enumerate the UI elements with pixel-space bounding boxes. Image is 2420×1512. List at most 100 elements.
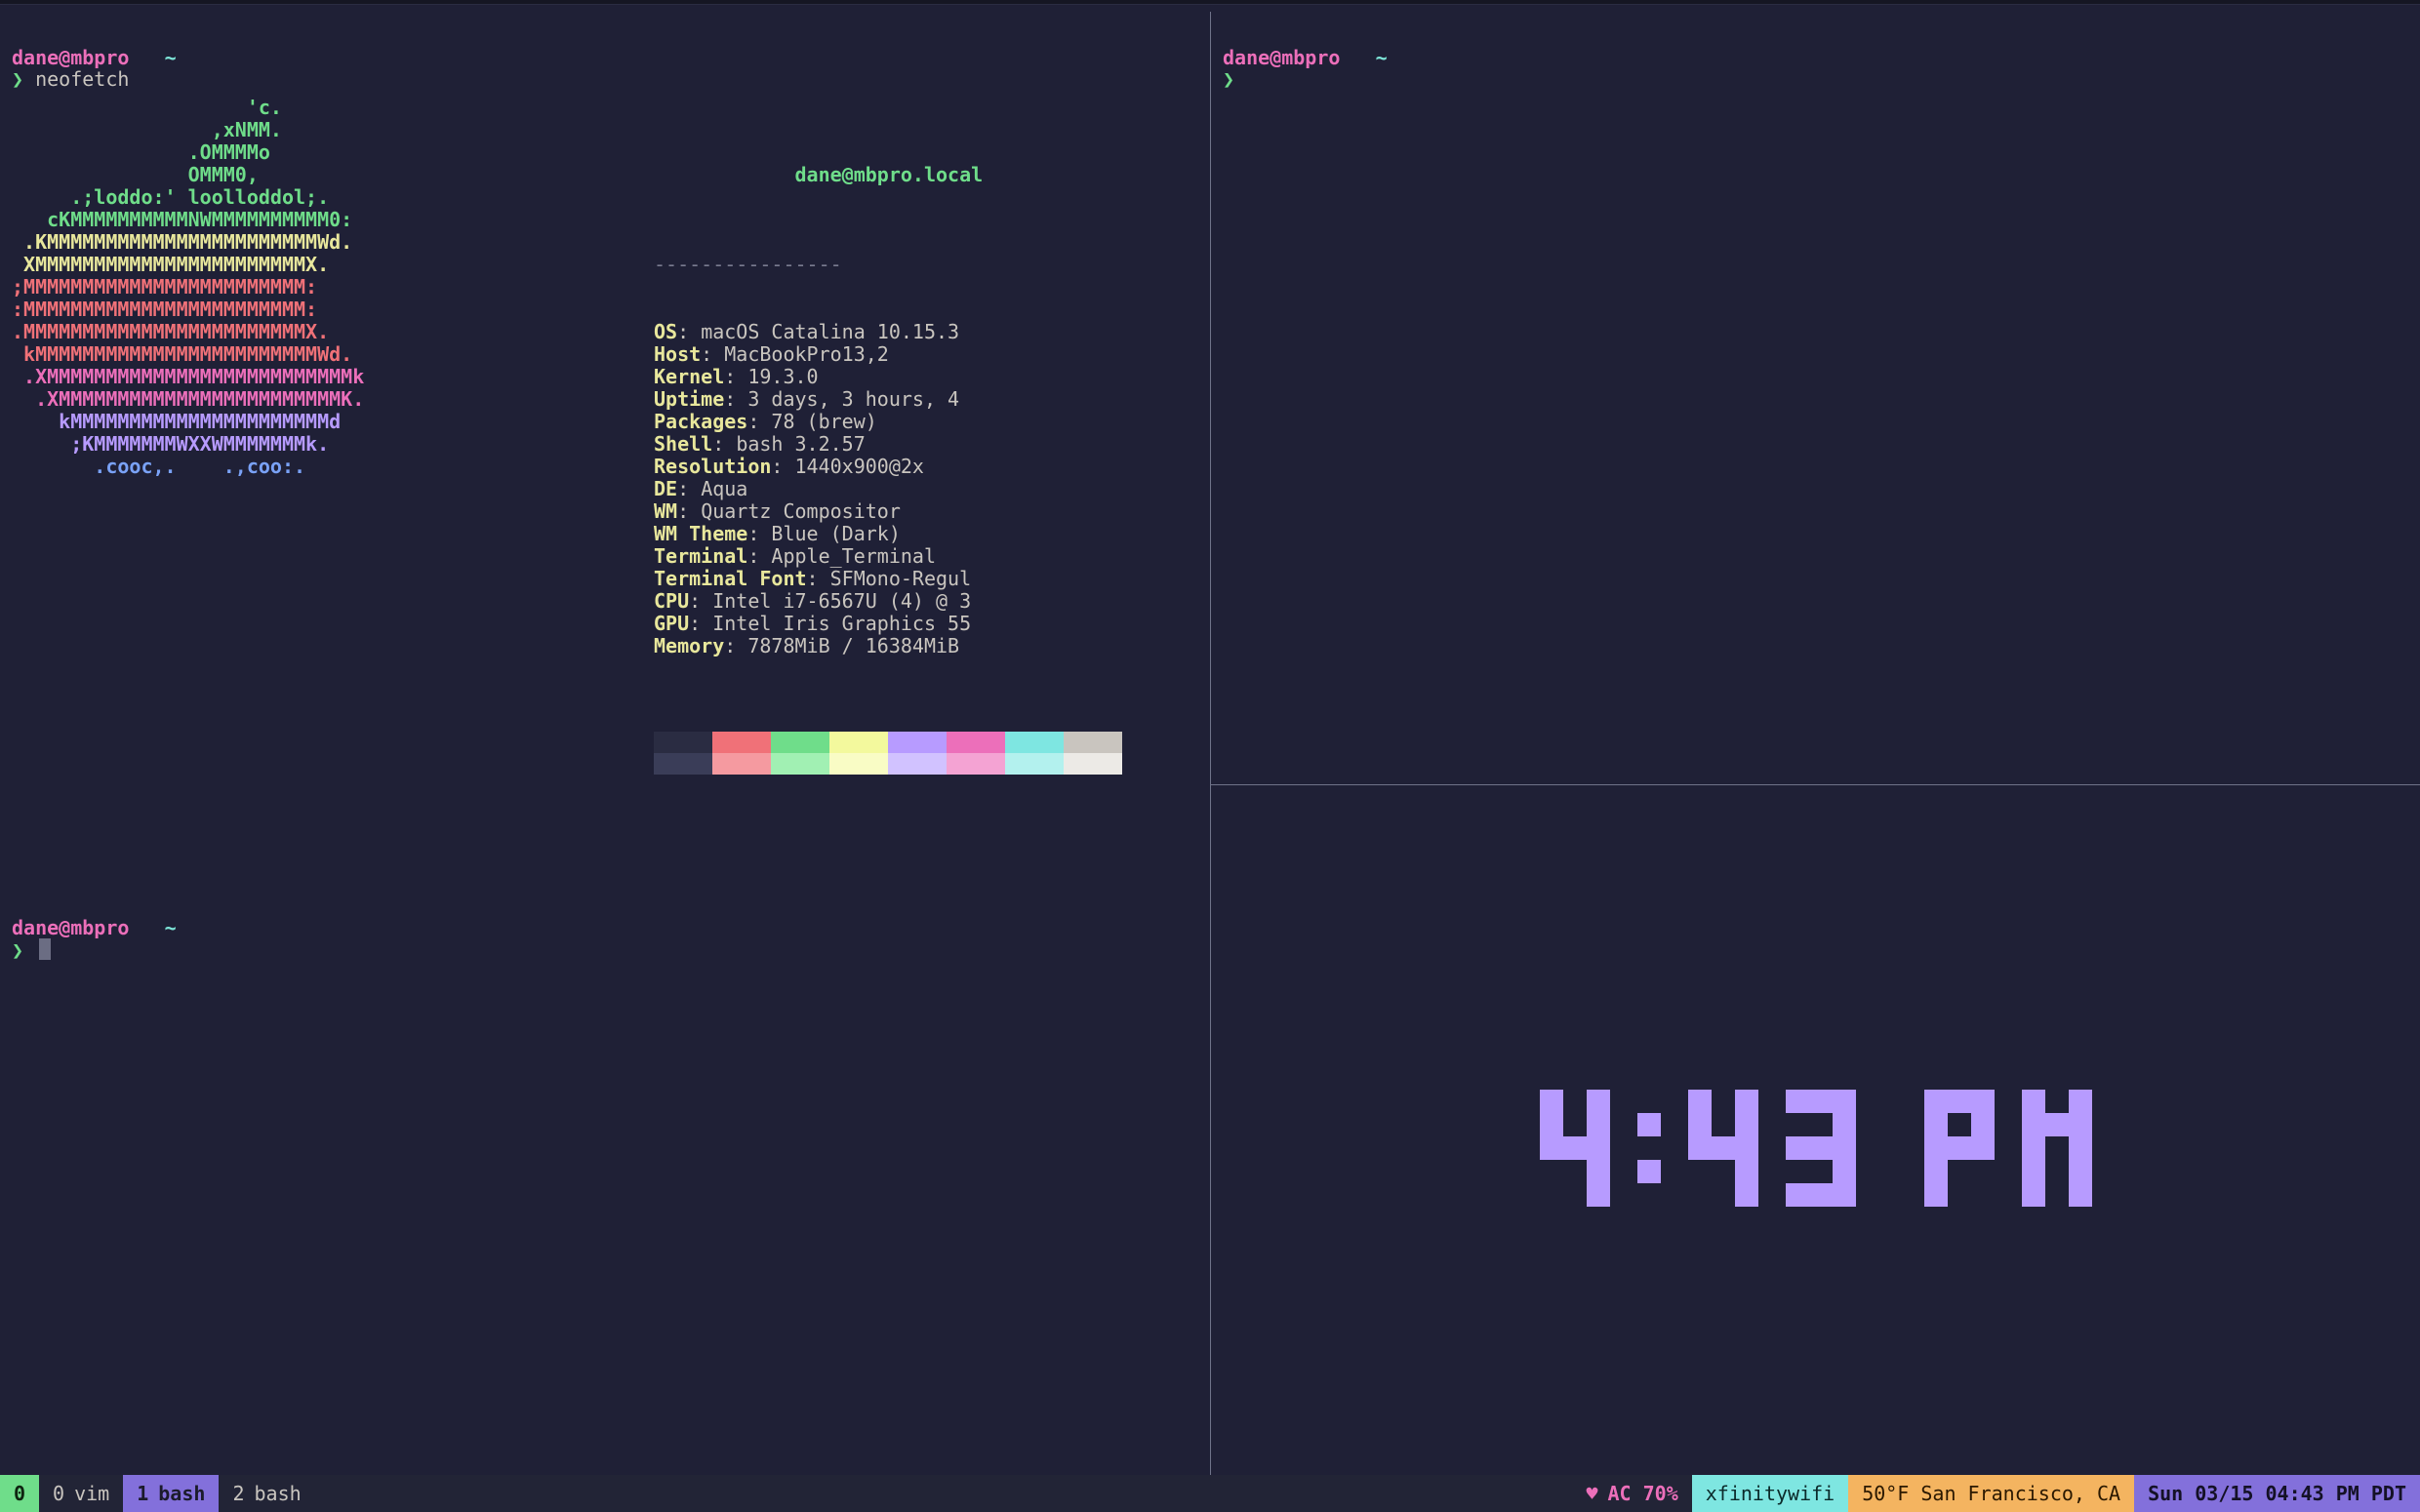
status-session-index[interactable]: 0 [0,1475,39,1512]
prompt-at: @ [59,46,70,69]
window-index: 0 [53,1475,64,1512]
status-window-tab[interactable]: 0 vim [39,1475,123,1512]
heart-icon: ♥ [1586,1475,1597,1512]
palette-swatch [771,732,829,775]
neofetch-key: WM Theme [654,522,747,545]
clock-ampm-group [1924,1090,2092,1207]
neofetch-entry: Host: MacBookPro13,2 [654,343,1198,366]
status-battery: ♥ AC 70% [1572,1475,1691,1512]
ascii-logo-line: ;KMMMMMMMWXXWMMMMMMMk. [12,433,617,456]
neofetch-sep: : [689,612,712,635]
neofetch-key: CPU [654,589,689,613]
neofetch-sep: : [724,365,747,388]
ascii-logo-line: .MMMMMMMMMMMMMMMMMMMMMMMMX. [12,321,617,343]
prompt-chevron: ❯ [1223,67,1234,91]
prompt-user: dane [12,46,59,69]
status-window-tab[interactable]: 1 bash [123,1475,219,1512]
ascii-logo-line: :MMMMMMMMMMMMMMMMMMMMMMMM: [12,298,617,321]
neofetch-key: Kernel [654,365,724,388]
neofetch-value: Apple_Terminal [771,544,936,568]
prompt-block-2: dane@mbpro ~ ❯ [12,917,1198,962]
palette-swatch [1064,732,1122,775]
neofetch-value: MacBookPro13,2 [724,342,889,366]
prompt-path: ~ [1376,46,1388,69]
prompt-host: mbpro [70,46,129,69]
prompt-path: ~ [165,46,177,69]
status-window-tab[interactable]: 2bash [219,1475,314,1512]
neofetch-value: 7878MiB / 16384MiB [747,634,959,657]
neofetch-sep: : [724,387,747,411]
tmux-panes: dane@mbpro ~ ❯ neofetch 'c. ,xNMM. .OMMM… [0,12,2420,1475]
prompt-ps1: dane@mbpro ~ [1223,46,1388,69]
palette-swatch [654,732,712,775]
neofetch-entry: WM Theme: Blue (Dark) [654,523,1198,545]
neofetch-value: Aqua [701,477,747,500]
prompt-path: ~ [165,916,177,939]
palette-swatch [712,732,771,775]
neofetch-value: 19.3.0 [747,365,818,388]
status-windows: 0 vim 1 bash 2bash [39,1475,315,1512]
neofetch-key: Host [654,342,701,366]
neofetch-entry: DE: Aqua [654,478,1198,500]
clock-letter [1924,1090,1995,1207]
ascii-logo-line: kMMMMMMMMMMMMMMMMMMMMMMMMWd. [12,343,617,366]
neofetch-value: 1440x900@2x [795,455,924,478]
neofetch-sep: : [689,589,712,613]
neofetch-sep: : [712,432,736,456]
neofetch-sep: : [747,410,771,433]
ascii-logo-line: .;loddo:' loolloddol;. [12,186,617,209]
neofetch-sep: : [747,522,771,545]
neofetch-value: bash 3.2.57 [736,432,865,456]
prompt-host: mbpro [1281,46,1340,69]
neofetch-sep: : [771,455,794,478]
ascii-logo-line: kMMMMMMMMMMMMMMMMMMMMMMd [12,411,617,433]
prompt-host: mbpro [70,916,129,939]
window-name: vim [74,1475,109,1512]
ascii-logo-line: .OMMMMo [12,141,617,164]
neofetch-key: Uptime [654,387,724,411]
neofetch-key: Resolution [654,455,771,478]
prompt-block: dane@mbpro ~ ❯ neofetch [12,47,1198,91]
neofetch-key: GPU [654,612,689,635]
pane-left[interactable]: dane@mbpro ~ ❯ neofetch 'c. ,xNMM. .OMMM… [0,12,1210,1475]
clock-digit [1540,1090,1610,1207]
ascii-logo-line: ;MMMMMMMMMMMMMMMMMMMMMMMM: [12,276,617,298]
command-text: neofetch [35,67,129,91]
status-wifi: xfinitywifi [1692,1475,1848,1512]
neofetch-sep: : [747,544,771,568]
session-index: 0 [14,1475,25,1512]
neofetch-value: Intel i7-6567U (4) @ 3 [712,589,971,613]
neofetch-info: dane@mbpro.local ---------------- OS: ma… [654,97,1198,819]
battery-text: AC 70% [1607,1475,1677,1512]
ascii-logo-line: 'c. [12,97,617,119]
neofetch-key: Terminal [654,544,747,568]
prompt-user: dane [12,916,59,939]
neofetch-entry: Terminal Font: SFMono-Regul [654,568,1198,590]
window-name: bash [158,1475,205,1512]
pane-right-top[interactable]: dane@mbpro ~ ❯ [1211,12,2420,784]
weather-text: 50°F San Francisco, CA [1862,1475,2120,1512]
neofetch-sep: : [677,499,701,523]
status-weather: 50°F San Francisco, CA [1848,1475,2134,1512]
pane-right-bottom-clock[interactable] [1211,785,2420,1475]
clock-digit [1688,1090,1758,1207]
prompt-ps1: dane@mbpro ~ [12,916,177,939]
neofetch-sep: : [724,634,747,657]
prompt-at: @ [59,916,70,939]
window-index: 1 [137,1475,148,1512]
neofetch-value: macOS Catalina 10.15.3 [701,320,959,343]
window-index: 2 [232,1475,244,1512]
prompt-chevron: ❯ [12,67,23,91]
neofetch-ascii-logo: 'c. ,xNMM. .OMMMMo OMMM0, .;loddo:' lool… [12,97,617,819]
titlebar-strip [0,0,2420,5]
neofetch-key: OS [654,320,677,343]
palette-swatch [888,732,947,775]
ascii-logo-line: cKMMMMMMMMMMNWMMMMMMMMMM0: [12,209,617,231]
neofetch-key: Terminal Font [654,567,807,590]
prompt-chevron: ❯ [12,938,23,962]
clock-colon [1637,1090,1661,1207]
prompt-ps1: dane@mbpro ~ [12,46,177,69]
neofetch-sep: : [807,567,830,590]
neofetch-entry: Resolution: 1440x900@2x [654,456,1198,478]
tty-clock [1540,1090,2092,1207]
